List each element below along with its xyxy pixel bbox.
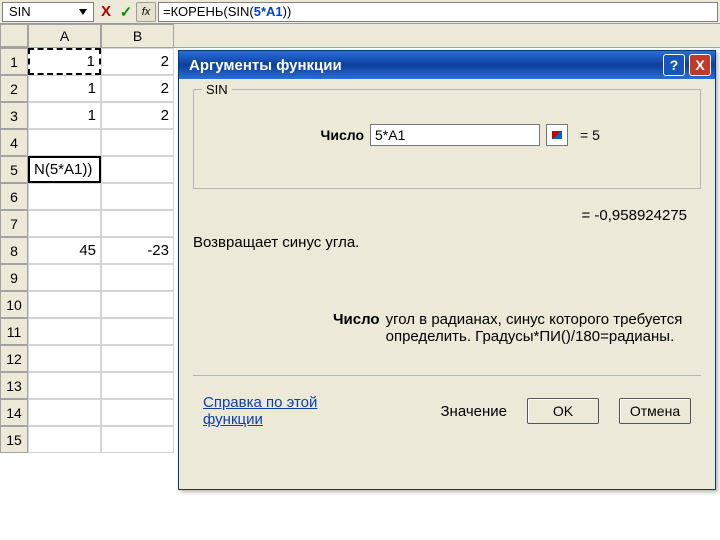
cell-A13[interactable] [28,372,101,399]
formula-confirm-button[interactable]: ✓ [116,2,136,22]
function-arguments-dialog: Аргументы функции ? X SIN Число = 5 = -0… [178,50,716,490]
cell-A14[interactable] [28,399,101,426]
formula-cancel-button[interactable]: X [96,2,116,22]
cell-A1[interactable]: 1 [28,48,101,75]
cell-B4[interactable] [101,129,174,156]
cell-A5[interactable]: N(5*A1)) [28,156,101,183]
row-header[interactable]: 2 [0,75,28,102]
cell-B9[interactable] [101,264,174,291]
cell-B2[interactable]: 2 [101,75,174,102]
row-header[interactable]: 3 [0,102,28,129]
cell-B3[interactable]: 2 [101,102,174,129]
row-header[interactable]: 12 [0,345,28,372]
cell-A8[interactable]: 45 [28,237,101,264]
cell-A10[interactable] [28,291,101,318]
cell-A9[interactable] [28,264,101,291]
cell-A11[interactable] [28,318,101,345]
formula-text-arg: 5*A1 [254,4,283,19]
row-header[interactable]: 15 [0,426,28,453]
dialog-close-button[interactable]: X [689,54,711,76]
fieldset-legend: SIN [202,82,232,97]
row-header[interactable]: 11 [0,318,28,345]
cell-B7[interactable] [101,210,174,237]
cell-A12[interactable] [28,345,101,372]
cell-B8[interactable]: -23 [101,237,174,264]
row-header[interactable]: 5 [0,156,28,183]
cell-B15[interactable] [101,426,174,453]
cancel-button[interactable]: Отмена [619,398,691,424]
cell-A6[interactable] [28,183,101,210]
function-result: = -0,958924275 [193,207,687,224]
argument-help-label: Число [333,311,380,345]
cell-B5[interactable] [101,156,174,183]
row-header[interactable]: 7 [0,210,28,237]
formula-text-prefix: =КОРЕНЬ( [163,4,228,19]
range-picker-icon [552,131,562,139]
chevron-down-icon[interactable] [79,9,87,15]
formula-text-close: )) [283,4,292,19]
argument-help: Число угол в радианах, синус которого тр… [333,311,701,345]
ok-button[interactable]: OK [527,398,599,424]
column-headers: A B [0,24,720,48]
row-header[interactable]: 8 [0,237,28,264]
value-label: Значение [440,403,507,420]
cell-A4[interactable] [28,129,101,156]
cell-B6[interactable] [101,183,174,210]
name-box[interactable]: SIN [2,2,94,22]
cell-A7[interactable] [28,210,101,237]
range-picker-button[interactable] [546,124,568,146]
cell-B1[interactable]: 2 [101,48,174,75]
dialog-body: SIN Число = 5 = -0,958924275 Возвращает … [179,79,715,489]
argument-evaluated: = 5 [580,127,600,143]
argument-label: Число [204,127,364,143]
fx-button[interactable]: fx [136,2,156,22]
formula-input[interactable]: =КОРЕНЬ(SIN(5*A1)) [158,2,718,22]
row-header[interactable]: 4 [0,129,28,156]
function-description: Возвращает синус угла. [193,234,701,251]
row-header[interactable]: 6 [0,183,28,210]
help-link[interactable]: Справка по этой функции [203,394,380,428]
cell-B14[interactable] [101,399,174,426]
argument-row: Число = 5 [204,124,690,146]
cell-B10[interactable] [101,291,174,318]
argument-input[interactable] [370,124,540,146]
name-box-text: SIN [9,4,31,19]
column-header-a[interactable]: A [28,24,101,48]
cell-A3[interactable]: 1 [28,102,101,129]
row-header[interactable]: 13 [0,372,28,399]
formula-bar: SIN X ✓ fx =КОРЕНЬ(SIN(5*A1)) [0,0,720,24]
row-header[interactable]: 1 [0,48,28,75]
row-header[interactable]: 10 [0,291,28,318]
select-all-corner[interactable] [0,24,28,47]
cell-B11[interactable] [101,318,174,345]
row-header[interactable]: 14 [0,399,28,426]
argument-help-text: угол в радианах, синус которого требуетс… [386,311,696,345]
cell-B13[interactable] [101,372,174,399]
cell-A15[interactable] [28,426,101,453]
dialog-help-button[interactable]: ? [663,54,685,76]
row-header[interactable]: 9 [0,264,28,291]
dialog-titlebar[interactable]: Аргументы функции ? X [179,51,715,79]
dialog-footer: Справка по этой функции Значение OK Отме… [193,375,701,434]
dialog-title-text: Аргументы функции [189,57,342,74]
column-header-b[interactable]: B [101,24,174,48]
cell-B12[interactable] [101,345,174,372]
cell-A2[interactable]: 1 [28,75,101,102]
argument-fieldset: SIN Число = 5 [193,89,701,189]
formula-text-fn: SIN [228,4,250,19]
